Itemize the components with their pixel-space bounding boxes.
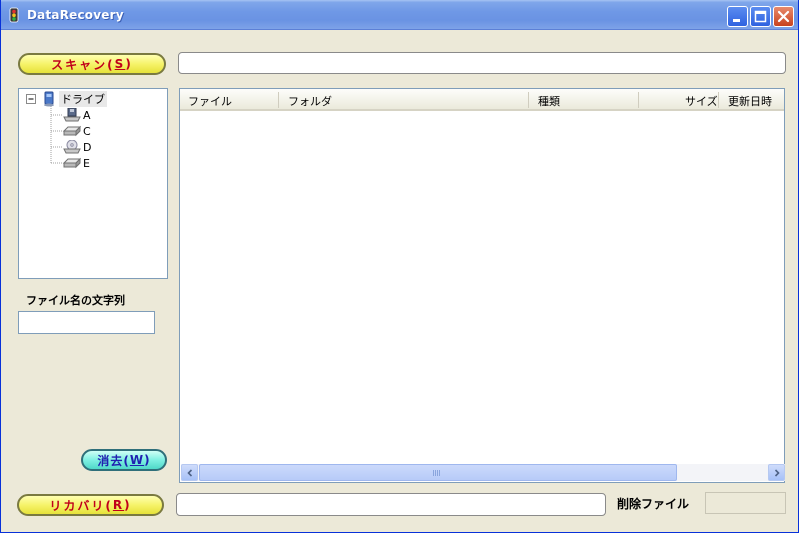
tree-item-e[interactable]: E [63, 156, 90, 170]
list-header: ファイル フォルダ 種類 サイズ 更新日時 [180, 89, 784, 111]
close-button[interactable] [773, 6, 794, 27]
minimize-button[interactable] [727, 6, 748, 27]
window-title: DataRecovery [27, 8, 124, 22]
recover-path-field[interactable] [176, 493, 606, 516]
scan-button-suffix: ) [125, 57, 133, 71]
column-header-modified[interactable]: 更新日時 [728, 93, 772, 109]
recover-button-accelerator: R [112, 498, 125, 512]
tree-item-d[interactable]: D [63, 140, 91, 154]
column-separator[interactable] [528, 92, 529, 108]
computer-icon [44, 91, 54, 107]
main-window: DataRecovery スキャン(S) ドライブ A C D E ファイル名… [0, 0, 799, 533]
close-icon [777, 10, 790, 23]
column-separator[interactable] [638, 92, 639, 108]
scroll-right-icon [774, 468, 780, 477]
column-separator[interactable] [718, 92, 719, 108]
hard-drive-icon [63, 157, 81, 169]
collapse-toggle-icon[interactable] [26, 93, 37, 105]
column-header-size[interactable]: サイズ [685, 93, 718, 109]
clear-button-accelerator: W [129, 453, 145, 467]
tree-item-c[interactable]: C [63, 124, 91, 138]
app-traffic-light-icon [9, 7, 19, 23]
column-header-file[interactable]: ファイル [188, 93, 232, 109]
recover-button[interactable]: リカバリ(R) [17, 494, 164, 516]
maximize-icon [754, 10, 767, 23]
clear-button[interactable]: 消去(W) [81, 449, 167, 471]
recover-button-suffix: ) [124, 498, 132, 512]
hard-drive-icon [63, 125, 81, 137]
filename-filter-input[interactable] [18, 311, 155, 334]
deleted-files-count [705, 492, 786, 514]
scan-button-accelerator: S [114, 57, 126, 71]
tree-item-c-label: C [83, 124, 91, 138]
file-list[interactable]: ファイル フォルダ 種類 サイズ 更新日時 [179, 88, 785, 483]
title-bar[interactable]: DataRecovery [1, 0, 798, 30]
scroll-right-button[interactable] [768, 464, 785, 481]
tree-item-a-label: A [83, 108, 91, 122]
scan-path-field[interactable] [178, 52, 786, 74]
column-separator[interactable] [278, 92, 279, 108]
column-header-folder[interactable]: フォルダ [288, 93, 332, 109]
column-header-type[interactable]: 種類 [538, 93, 560, 109]
cd-drive-icon [63, 140, 81, 154]
scroll-thumb[interactable] [199, 464, 677, 481]
recover-button-label: リカバリ( [49, 498, 113, 513]
maximize-button[interactable] [750, 6, 771, 27]
scroll-grip-icon [433, 470, 441, 476]
drive-tree[interactable]: ドライブ A C D E [18, 88, 168, 279]
tree-item-e-label: E [83, 156, 90, 170]
tree-item-d-label: D [83, 140, 92, 154]
deleted-files-label: 削除ファイル [617, 497, 690, 511]
floppy-drive-icon [63, 108, 81, 122]
filename-filter-label: ファイル名の文字列 [26, 294, 125, 307]
minimize-icon [733, 19, 740, 22]
scroll-left-button[interactable] [181, 464, 198, 481]
tree-root[interactable]: ドライブ [26, 91, 107, 107]
clear-button-suffix: ) [144, 453, 151, 467]
scan-button-label: スキャン( [51, 57, 115, 72]
scroll-left-icon [186, 468, 192, 477]
clear-button-label: 消去( [97, 453, 130, 468]
tree-root-label: ドライブ [59, 91, 107, 107]
tree-item-a[interactable]: A [63, 108, 91, 122]
horizontal-scrollbar[interactable] [181, 464, 785, 481]
scan-button[interactable]: スキャン(S) [18, 53, 166, 75]
